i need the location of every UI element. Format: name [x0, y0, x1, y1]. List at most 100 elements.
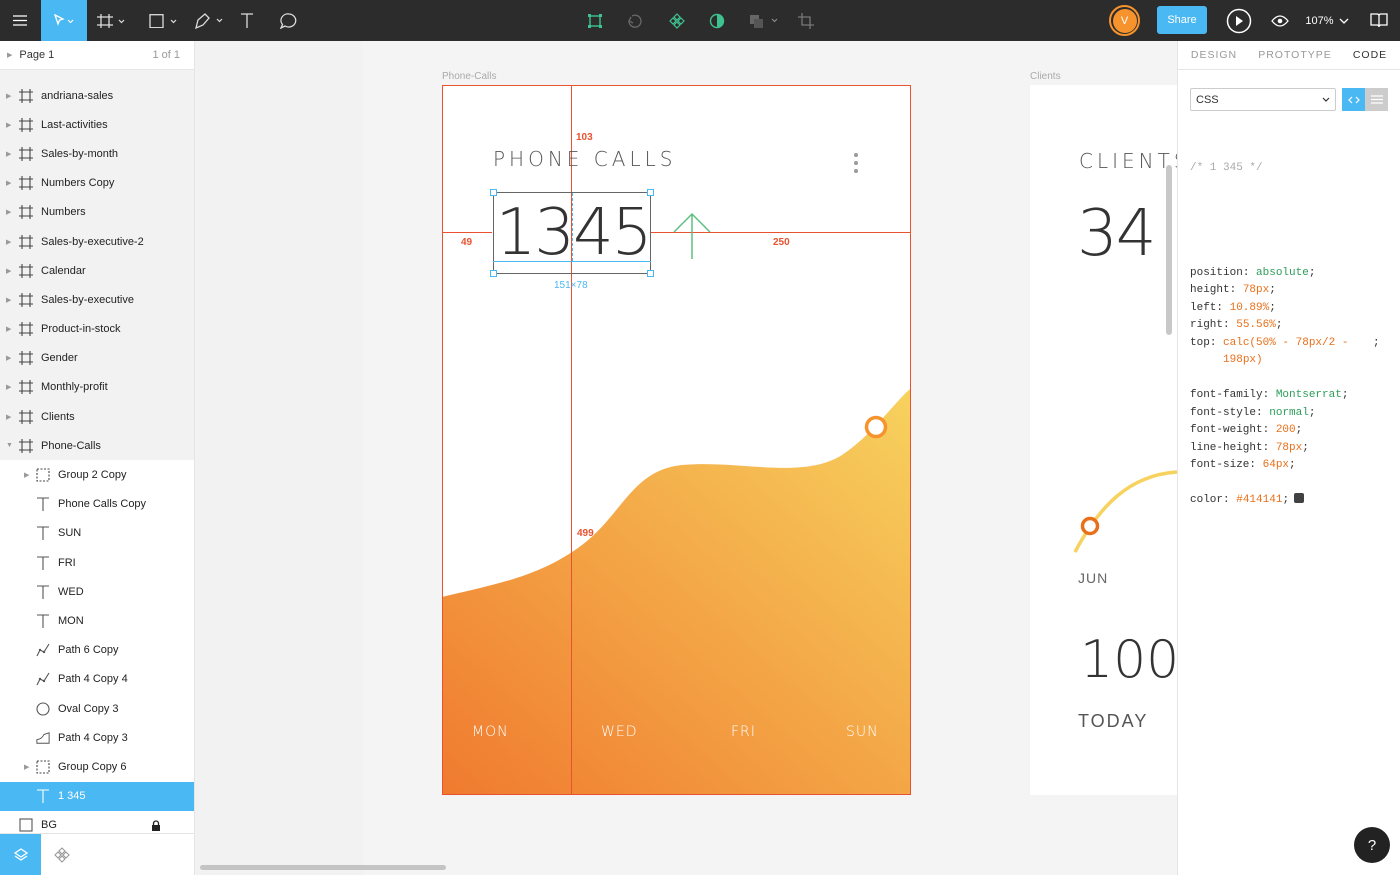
caret-down-icon[interactable]: ▼ [6, 442, 13, 449]
caret-right-icon[interactable]: ▶ [6, 150, 11, 158]
layer-item[interactable]: ▶ Sales-by-executive-2 [0, 226, 194, 257]
library-button[interactable] [1366, 0, 1392, 41]
shape-tool[interactable] [140, 0, 180, 41]
css-property: right [1190, 319, 1224, 331]
component-tool[interactable] [582, 0, 608, 41]
vertical-scrollbar[interactable] [1166, 165, 1172, 335]
mask-tool[interactable] [704, 0, 730, 41]
layer-label: Group Copy 6 [58, 760, 127, 773]
layer-item[interactable]: ▶ Group Copy 6 [0, 752, 194, 781]
components-tab[interactable] [41, 834, 82, 875]
code-view-button[interactable] [1342, 88, 1365, 111]
caret-right-icon[interactable]: ▶ [6, 354, 11, 362]
frame-tool[interactable] [92, 0, 132, 41]
lock-icon[interactable] [149, 818, 163, 832]
layer-item[interactable]: ▼ Phone-Calls [0, 431, 194, 461]
layer-item[interactable]: ▶ Numbers Copy [0, 168, 194, 198]
layer-item[interactable]: MON [0, 606, 194, 635]
crop-tool[interactable] [794, 0, 818, 41]
layer-item[interactable]: Oval Copy 3 [0, 694, 194, 723]
list-view-button[interactable] [1365, 88, 1388, 111]
boolean-icon [750, 14, 778, 28]
tab-prototype[interactable]: PROTOTYPE [1250, 41, 1340, 69]
layer-item[interactable]: 1 345 [0, 781, 194, 811]
caret-right-icon[interactable]: ▶ [24, 763, 29, 771]
crop-icon [798, 12, 814, 29]
artboard-icon [19, 322, 33, 337]
resize-handle[interactable] [647, 270, 654, 277]
help-button[interactable]: ? [1354, 827, 1390, 863]
artboard-label-phone[interactable]: Phone-Calls [442, 71, 496, 82]
language-select[interactable]: CSS [1190, 88, 1336, 111]
caret-right-icon[interactable]: ▶ [6, 267, 11, 275]
caret-right-icon[interactable]: ▶ [6, 121, 11, 129]
layer-label: Product-in-stock [41, 323, 121, 336]
phone-calls-artboard[interactable]: PHONE CALLS 1345 103 49 250 499 151×78 M… [442, 85, 911, 795]
css-property: font-size [1190, 459, 1250, 471]
measure-left: 49 [461, 237, 473, 248]
clients-artboard[interactable]: CLIENTS 34 JUN 100 TODAY [1030, 85, 1177, 795]
tab-design[interactable]: DESIGN [1178, 41, 1250, 69]
reset-tool[interactable] [622, 0, 648, 41]
code-line: position: absolute; [1190, 266, 1316, 279]
caret-right-icon[interactable]: ▶ [6, 383, 11, 391]
layer-item[interactable]: ▶ Product-in-stock [0, 314, 194, 344]
layer-item[interactable]: SUN [0, 519, 194, 548]
caret-right-icon[interactable]: ▶ [24, 471, 29, 479]
menu-icon[interactable] [0, 0, 40, 41]
code-icon [1347, 96, 1360, 103]
layers-tab[interactable] [0, 834, 41, 875]
comment-tool[interactable] [274, 0, 304, 41]
caret-right-icon[interactable]: ▶ [6, 92, 11, 100]
selection-box[interactable]: 1345 [490, 189, 654, 277]
move-tool[interactable] [41, 0, 87, 41]
artboard-label-clients[interactable]: Clients [1030, 71, 1061, 82]
resize-handle[interactable] [490, 270, 497, 277]
css-property: position [1190, 266, 1243, 279]
tab-code[interactable]: CODE [1340, 41, 1400, 69]
layer-item[interactable]: ▶ andriana-sales [0, 81, 194, 111]
phone-calls-title: PHONE CALLS [493, 147, 677, 171]
create-component-tool[interactable] [664, 0, 690, 41]
layer-item[interactable]: ▶ Group 2 Copy [0, 460, 194, 489]
page-selector[interactable]: ▶ Page 1 1 of 1 [0, 41, 194, 70]
pen-tool[interactable] [187, 0, 227, 41]
caret-right-icon[interactable]: ▶ [6, 208, 11, 216]
layer-item[interactable]: ▶ Monthly-profit [0, 372, 194, 403]
horizontal-scrollbar[interactable] [200, 865, 446, 870]
css-property: font-family [1190, 389, 1263, 401]
layer-item[interactable]: ▶ Numbers [0, 197, 194, 227]
css-value: 64px [1262, 459, 1290, 471]
layer-item[interactable]: FRI [0, 548, 194, 577]
artboard-icon [19, 117, 33, 132]
caret-right-icon[interactable]: ▶ [6, 325, 11, 333]
zoom-dropdown[interactable]: 107% [1302, 0, 1352, 41]
present-button[interactable] [1225, 0, 1253, 41]
layer-item[interactable]: ▶ Calendar [0, 256, 194, 286]
layer-item[interactable]: Path 4 Copy 3 [0, 723, 194, 752]
caret-right-icon[interactable]: ▶ [6, 413, 11, 421]
more-icon[interactable] [852, 152, 860, 174]
text-tool[interactable] [232, 0, 262, 41]
layer-item[interactable]: Path 4 Copy 4 [0, 665, 194, 694]
layer-item[interactable]: Path 6 Copy [0, 636, 194, 665]
share-button[interactable]: Share [1157, 6, 1207, 34]
avatar[interactable]: V [1109, 5, 1140, 36]
caret-right-icon[interactable]: ▶ [6, 179, 11, 187]
layer-item[interactable]: ▶ Sales-by-month [0, 139, 194, 169]
layer-item[interactable]: WED [0, 577, 194, 606]
layer-item[interactable]: Phone Calls Copy [0, 490, 194, 519]
arc-point [1080, 516, 1100, 536]
caret-right-icon[interactable]: ▶ [6, 296, 11, 304]
view-button[interactable] [1268, 0, 1292, 41]
resize-handle[interactable] [490, 189, 497, 196]
layer-item[interactable]: ▶ Clients [0, 402, 194, 432]
caret-right-icon[interactable]: ▶ [6, 238, 11, 246]
boolean-tool[interactable] [746, 0, 782, 41]
resize-handle[interactable] [647, 189, 654, 196]
layer-item[interactable]: ▶ Sales-by-executive [0, 285, 194, 315]
layer-item[interactable]: ▶ Last-activities [0, 110, 194, 140]
layer-item[interactable]: ▶ Gender [0, 343, 194, 373]
sidebar-footer [0, 833, 194, 875]
color-swatch [1294, 493, 1305, 503]
